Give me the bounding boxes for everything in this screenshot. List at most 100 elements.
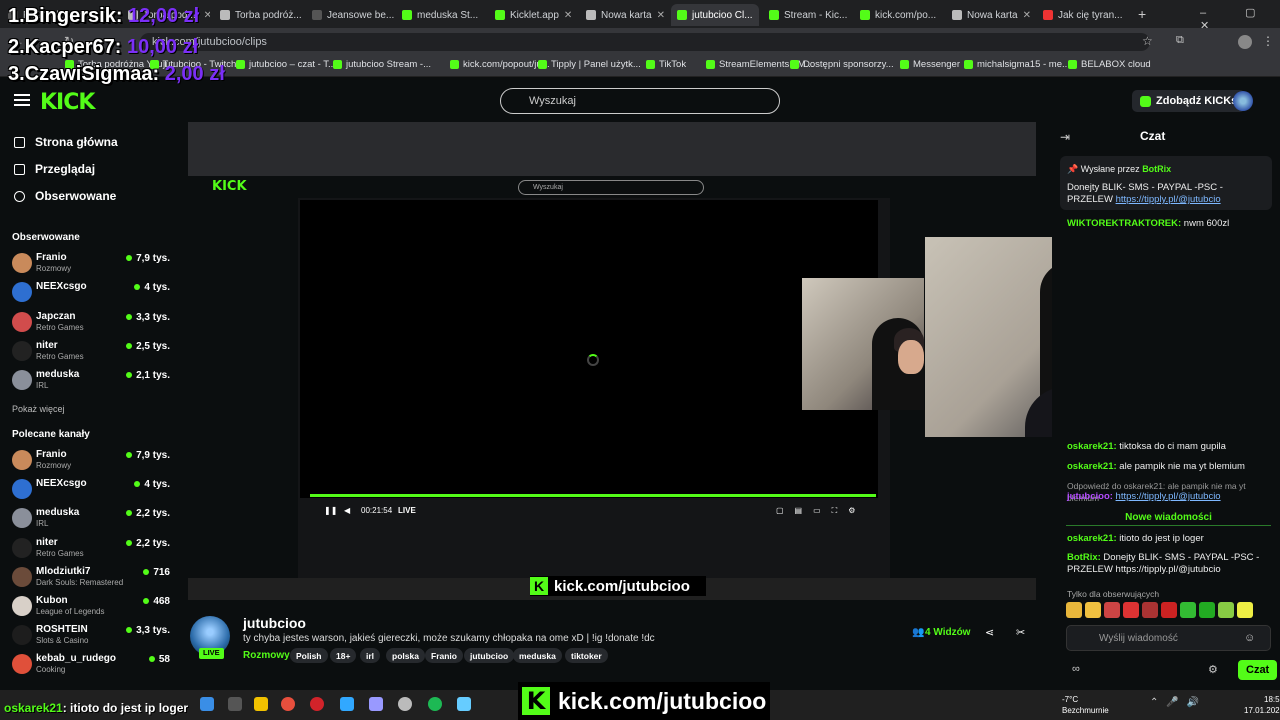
- bookmark-item[interactable]: TikTok: [646, 59, 686, 70]
- browser-tab[interactable]: Stream - Kic...✕: [763, 4, 851, 26]
- emoji-icon[interactable]: ☺: [1244, 632, 1255, 644]
- get-kicks-button[interactable]: Zdobądź KICKs: [1132, 90, 1246, 112]
- menu-icon[interactable]: ⋮: [1262, 34, 1274, 48]
- tab-close-icon[interactable]: ✕: [564, 10, 572, 21]
- clip-icon[interactable]: ✂: [1016, 626, 1025, 639]
- bookmark-item[interactable]: Tipply | Panel użytk...: [538, 59, 641, 70]
- file-explorer-icon[interactable]: [254, 697, 268, 711]
- search-input[interactable]: Wyszukaj: [500, 88, 780, 114]
- streamer-name[interactable]: jutubcioo: [243, 615, 306, 631]
- premiere-icon[interactable]: [369, 697, 383, 711]
- hamburger-menu-icon[interactable]: [14, 94, 30, 106]
- bookmark-item[interactable]: jutubcioo Stream -...: [333, 59, 431, 70]
- app-icon[interactable]: [457, 697, 471, 711]
- emote-icon[interactable]: [1123, 602, 1139, 618]
- player-settings-icons[interactable]: ▢▤▭⛶⚙: [776, 506, 866, 516]
- tab-close-icon[interactable]: ✕: [483, 10, 484, 21]
- task-view-icon[interactable]: [228, 697, 242, 711]
- nav-browse[interactable]: Przeglądaj: [14, 162, 95, 176]
- stream-tag[interactable]: irl: [360, 648, 381, 663]
- bookmark-item[interactable]: Messenger: [900, 59, 960, 70]
- chat-username[interactable]: oskarek21:: [1067, 441, 1117, 452]
- channel-item[interactable]: niter Retro Games 2,5 tys.: [12, 340, 170, 366]
- browser-tab[interactable]: meduska St... ✕: [396, 4, 484, 26]
- chat-username[interactable]: WIKTOREKTRAKTOREK:: [1067, 218, 1181, 229]
- emote-icon[interactable]: [1161, 602, 1177, 618]
- profile-icon[interactable]: [1238, 35, 1252, 49]
- channel-item[interactable]: meduska IRL 2,1 tys.: [12, 369, 170, 395]
- chat-username[interactable]: oskarek21:: [1067, 461, 1117, 472]
- stream-tag[interactable]: Franio: [425, 648, 463, 663]
- collapse-chat-icon[interactable]: ⇥: [1060, 130, 1070, 144]
- bookmark-item[interactable]: jutubcioo – czat - T...: [236, 59, 336, 70]
- browser-tab[interactable]: Jeansowe be...✕: [306, 4, 394, 26]
- stream-tag[interactable]: jutubcioo: [464, 648, 515, 663]
- nav-following[interactable]: Obserwowane: [14, 189, 116, 203]
- tab-close-icon[interactable]: ✕: [204, 10, 210, 21]
- photoshop-icon[interactable]: [340, 697, 354, 711]
- channel-item[interactable]: Kubon League of Legends 468: [12, 595, 170, 621]
- channel-item[interactable]: Franio Rozmowy 7,9 tys.: [12, 449, 170, 475]
- new-messages-divider[interactable]: Nowe wiadomości: [1066, 512, 1271, 526]
- channel-item[interactable]: Franio Rozmowy 7,9 tys.: [12, 252, 170, 278]
- pinned-link[interactable]: https://tipply.pl/@jutubcio: [1116, 194, 1221, 205]
- emote-icon[interactable]: [1218, 602, 1234, 618]
- browser-tab[interactable]: Nowa karta ✕: [946, 4, 1034, 26]
- pause-icon[interactable]: ❚❚: [324, 506, 337, 515]
- browser-tab[interactable]: Jak cię tyran...✕: [1037, 4, 1125, 26]
- chat-send-button[interactable]: Czat: [1238, 660, 1278, 680]
- volume-icon[interactable]: ◀: [344, 506, 350, 515]
- emote-icon[interactable]: [1199, 602, 1215, 618]
- stream-tag[interactable]: polska: [386, 648, 425, 663]
- emote-icon[interactable]: [1104, 602, 1120, 618]
- stream-tag[interactable]: tiktoker: [565, 648, 608, 663]
- channel-item[interactable]: kebab_u_rudego Cooking 58: [12, 653, 170, 679]
- browser-tab[interactable]: jutubcioo Cl... ✕: [671, 4, 759, 26]
- channel-item[interactable]: niter Retro Games 2,2 tys.: [12, 537, 170, 563]
- channel-item[interactable]: NEEXcsgo 4 tys.: [12, 478, 170, 504]
- bookmark-item[interactable]: kick.com/popout/ju...: [450, 59, 550, 70]
- progress-bar[interactable]: [310, 494, 876, 497]
- obs-icon[interactable]: [398, 697, 412, 711]
- emote-icon[interactable]: [1180, 602, 1196, 618]
- opera-icon[interactable]: [310, 697, 324, 711]
- chat-users-icon[interactable]: ∞: [1072, 663, 1080, 675]
- tab-close-icon[interactable]: ✕: [1023, 10, 1031, 21]
- chat-message-input[interactable]: Wyślij wiadomość: [1066, 625, 1271, 651]
- bookmark-item[interactable]: michalsigma15 - me...: [964, 59, 1070, 70]
- tray-icons[interactable]: ⌃🎤🔊: [1150, 697, 1207, 708]
- nav-home[interactable]: Strona główna: [14, 135, 118, 149]
- tab-close-icon[interactable]: ✕: [758, 10, 759, 21]
- extensions-icon[interactable]: ⧉: [1176, 34, 1184, 47]
- tab-close-icon[interactable]: ✕: [657, 10, 665, 21]
- channel-item[interactable]: Mlodziutki7 Dark Souls: Remastered 716: [12, 566, 170, 592]
- emote-icon[interactable]: [1066, 602, 1082, 618]
- video-area[interactable]: [300, 200, 878, 498]
- bookmark-item[interactable]: BELABOX cloud: [1068, 59, 1151, 70]
- browser-tab[interactable]: Torba podróż...✕: [214, 4, 302, 26]
- tab-close-icon[interactable]: ✕: [941, 10, 942, 21]
- url-input[interactable]: kick.com/jutubcioo/clips: [140, 33, 1150, 51]
- bookmark-item[interactable]: Dostępni sponsorzy...: [790, 59, 894, 70]
- channel-item[interactable]: meduska IRL 2,2 tys.: [12, 507, 170, 533]
- chrome-icon[interactable]: [281, 697, 295, 711]
- stream-category[interactable]: Rozmowy: [243, 650, 290, 661]
- stream-tag[interactable]: Polish: [290, 648, 328, 663]
- user-avatar[interactable]: [1233, 91, 1253, 111]
- taskbar-clock[interactable]: 18:52 17.01.2026: [1244, 694, 1280, 716]
- bookmark-star-icon[interactable]: ☆: [1142, 34, 1153, 48]
- channel-item[interactable]: NEEXcsgo 4 tys.: [12, 281, 170, 307]
- emote-bar[interactable]: [1066, 602, 1271, 620]
- channel-item[interactable]: Japczan Retro Games 3,3 tys.: [12, 311, 170, 337]
- weather-widget[interactable]: -7°C Bezchmurnie: [1062, 694, 1109, 716]
- emote-icon[interactable]: [1085, 602, 1101, 618]
- search-taskbar-icon[interactable]: [200, 697, 214, 711]
- stream-tag[interactable]: 18+: [330, 648, 357, 663]
- spotify-icon[interactable]: [428, 697, 442, 711]
- emote-icon[interactable]: [1237, 602, 1253, 618]
- browser-tab[interactable]: kick.com/po... ✕: [854, 4, 942, 26]
- browser-tab[interactable]: Kicklet.app ✕: [489, 4, 577, 26]
- stream-tag[interactable]: meduska: [513, 648, 562, 663]
- channel-item[interactable]: ROSHTEIN Slots & Casino 3,3 tys.: [12, 624, 170, 650]
- show-more-link[interactable]: Pokaż więcej: [12, 404, 65, 414]
